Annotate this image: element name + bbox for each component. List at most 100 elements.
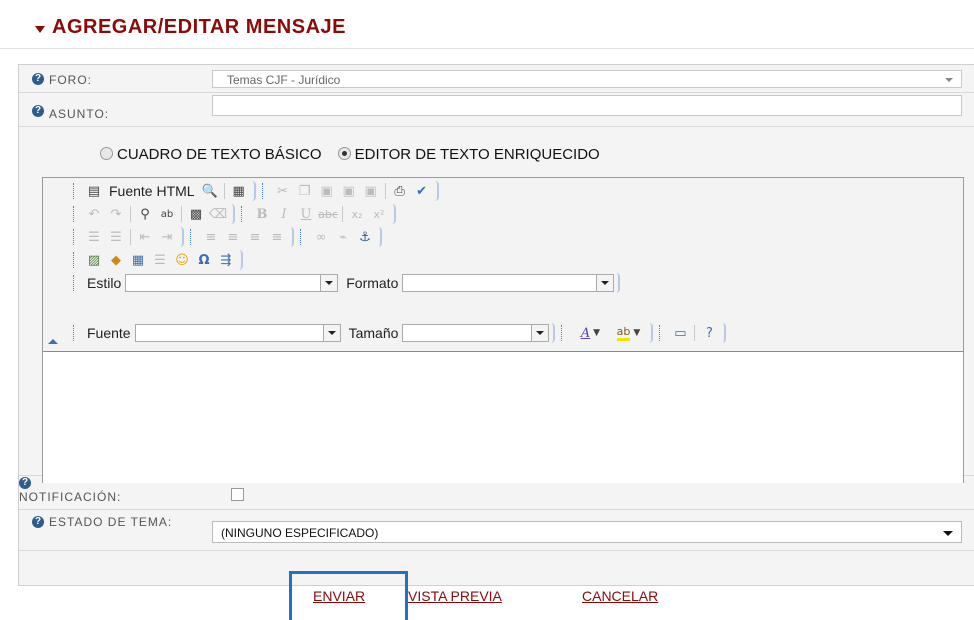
cut-icon[interactable]: ✂: [272, 182, 294, 200]
paste-icon[interactable]: ▣: [316, 182, 338, 200]
select-all-icon[interactable]: ▩: [185, 205, 207, 223]
remove-format-icon[interactable]: ⌫: [207, 205, 229, 223]
chevron-down-icon[interactable]: [531, 325, 549, 341]
subscript-icon[interactable]: x₂: [346, 205, 368, 223]
special-char-icon[interactable]: Ω: [193, 251, 215, 269]
redo-icon[interactable]: ↷: [105, 205, 127, 223]
bold-icon[interactable]: B: [251, 205, 273, 223]
text-color-icon[interactable]: A ▼: [571, 324, 609, 342]
indent-icon[interactable]: ⇥: [156, 228, 178, 246]
justify-icon[interactable]: ≡: [266, 228, 288, 246]
help-icon[interactable]: ?: [32, 516, 44, 528]
toolbar-row: ▤ Fuente HTML 🔍 ▦ ✂ ❐ ▣ ▣ ▣ ⎙ ✔: [73, 180, 445, 202]
horizontal-rule-icon[interactable]: ☰: [149, 251, 171, 269]
editor-content-area[interactable]: [43, 351, 963, 483]
underline-icon[interactable]: U: [295, 205, 317, 223]
print-icon[interactable]: ⎙: [389, 182, 411, 200]
help-icon[interactable]: ?: [32, 105, 44, 117]
toolbar-row: Fuente Tamaño A ▼ ab ▼ ▭ ?: [73, 322, 732, 344]
divider: [19, 126, 974, 127]
separator: [130, 229, 131, 245]
separator: [130, 206, 131, 222]
toolbar-grip[interactable]: [73, 275, 77, 291]
chevron-down-icon: [945, 78, 953, 82]
outdent-icon[interactable]: ⇤: [134, 228, 156, 246]
undo-icon[interactable]: ↶: [83, 205, 105, 223]
preview-icon[interactable]: 🔍: [199, 182, 221, 200]
size-combo[interactable]: [402, 324, 550, 342]
divider: [19, 509, 974, 510]
align-center-icon[interactable]: ≡: [222, 228, 244, 246]
asunto-input[interactable]: [212, 95, 962, 116]
strike-icon[interactable]: abc: [317, 205, 339, 223]
smiley-icon[interactable]: ☺: [171, 251, 193, 269]
align-left-icon[interactable]: ≡: [200, 228, 222, 246]
toolbar-grip[interactable]: [300, 229, 304, 245]
paste-text-icon[interactable]: ▣: [338, 182, 360, 200]
anchor-icon[interactable]: ⚓: [354, 228, 376, 246]
separator: [181, 206, 182, 222]
section-header: AGREGAR/EDITAR MENSAJE: [0, 0, 974, 49]
focus-highlight: [289, 571, 408, 620]
help-icon[interactable]: ?: [19, 477, 31, 489]
font-combo[interactable]: [134, 324, 341, 342]
vista-previa-link[interactable]: VISTA PREVIA: [408, 588, 502, 604]
copy-icon[interactable]: ❐: [294, 182, 316, 200]
rich-text-editor: ▤ Fuente HTML 🔍 ▦ ✂ ❐ ▣ ▣ ▣ ⎙ ✔ ↶ ↷ ⚲ ab: [42, 177, 964, 483]
format-combo[interactable]: [402, 274, 615, 292]
font-label: Fuente: [87, 325, 131, 341]
toolbar-grip[interactable]: [73, 252, 77, 268]
basic-mode-label: CUADRO DE TEXTO BÁSICO: [117, 146, 322, 163]
templates-icon[interactable]: ▦: [228, 182, 250, 200]
toolbar-grip[interactable]: [241, 206, 245, 222]
foro-select[interactable]: Temas CJF - Jurídico: [212, 70, 962, 88]
toolbar-grip[interactable]: [659, 325, 663, 341]
bg-color-icon[interactable]: ab ▼: [609, 324, 647, 342]
estado-select[interactable]: (NINGUNO ESPECIFICADO): [212, 521, 962, 543]
paste-word-icon[interactable]: ▣: [360, 182, 382, 200]
divider: [19, 550, 974, 551]
about-icon[interactable]: ?: [698, 324, 720, 342]
toolbar-row: ↶ ↷ ⚲ ab ▩ ⌫ B I U abc x₂ x²: [73, 203, 402, 225]
chevron-down-icon[interactable]: [596, 275, 614, 291]
source-button[interactable]: Fuente HTML: [105, 182, 199, 200]
italic-icon[interactable]: I: [273, 205, 295, 223]
separator: [384, 183, 386, 199]
rich-mode-radio[interactable]: [337, 147, 351, 160]
help-icon[interactable]: ?: [32, 73, 44, 85]
bulleted-list-icon[interactable]: ☰: [105, 228, 127, 246]
chevron-down-icon[interactable]: [320, 275, 338, 291]
chevron-down-icon[interactable]: [322, 325, 340, 341]
spellcheck-icon[interactable]: ✔: [411, 182, 433, 200]
find-icon[interactable]: ⚲: [134, 205, 156, 223]
toolbar-grip[interactable]: [190, 229, 194, 245]
basic-mode-radio[interactable]: [100, 147, 113, 160]
superscript-icon[interactable]: x²: [368, 205, 390, 223]
toolbar-grip[interactable]: [261, 183, 266, 199]
align-right-icon[interactable]: ≡: [244, 228, 266, 246]
cancelar-link[interactable]: CANCELAR: [582, 588, 658, 604]
toolbar-grip[interactable]: [73, 206, 77, 222]
toolbar-row: Estilo Formato: [73, 272, 621, 294]
toolbar-grip[interactable]: [561, 325, 565, 341]
flash-icon[interactable]: ◆: [105, 251, 127, 269]
image-icon[interactable]: ▨: [83, 251, 105, 269]
table-icon[interactable]: ▦: [127, 251, 149, 269]
unlink-icon[interactable]: ⌁: [332, 228, 354, 246]
toolbar-row: ☰ ☰ ⇤ ⇥ ≡ ≡ ≡ ≡ ∞ ⌁ ⚓: [73, 226, 388, 248]
rich-mode-label: EDITOR DE TEXTO ENRIQUECIDO: [354, 146, 600, 163]
style-combo[interactable]: [125, 274, 339, 292]
source-icon[interactable]: ▤: [83, 182, 105, 200]
collapse-toolbar-icon[interactable]: [48, 339, 58, 344]
link-icon[interactable]: ∞: [310, 228, 332, 246]
notification-checkbox[interactable]: [231, 488, 244, 501]
foro-label: FORO:: [49, 73, 92, 87]
toolbar-grip[interactable]: [73, 183, 77, 199]
toolbar-grip[interactable]: [73, 229, 77, 245]
replace-icon[interactable]: ab: [156, 205, 178, 223]
page-break-icon[interactable]: ⇶: [215, 251, 237, 269]
collapse-triangle-icon[interactable]: [35, 26, 45, 33]
toolbar-grip[interactable]: [73, 325, 77, 341]
maximize-icon[interactable]: ▭: [669, 324, 691, 342]
numbered-list-icon[interactable]: ☰: [83, 228, 105, 246]
